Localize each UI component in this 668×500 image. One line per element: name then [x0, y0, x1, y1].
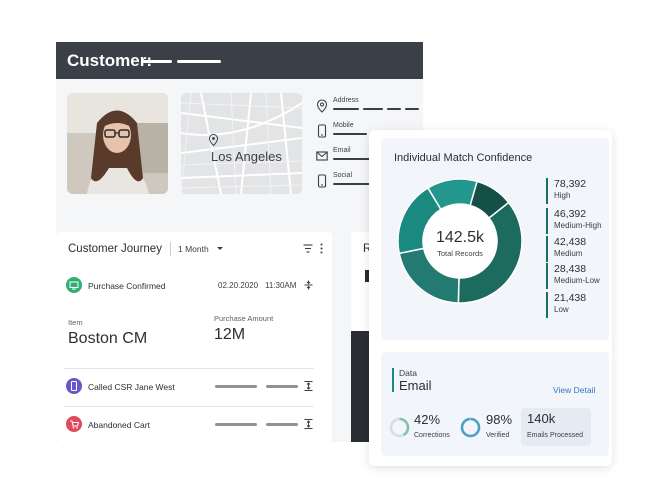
emails-processed-value: 140k: [527, 411, 556, 426]
redacted-value: [215, 385, 257, 388]
verified-value: 98%: [486, 412, 513, 427]
expand-icon[interactable]: [304, 381, 313, 391]
legend-label: Medium-Low: [554, 276, 600, 285]
collapse-icon[interactable]: [304, 280, 313, 290]
filter-icon[interactable]: [303, 244, 313, 253]
redacted-value: [333, 183, 373, 185]
redacted-value: [266, 385, 298, 388]
legend-item-medium: 42,438 Medium: [546, 236, 608, 262]
legend-value: 21,438: [554, 292, 587, 304]
more-vertical-icon[interactable]: [320, 243, 323, 254]
location-pin-icon: [316, 99, 328, 113]
map-location-label: Los Angeles: [211, 149, 282, 164]
location-map[interactable]: Los Angeles: [181, 93, 302, 194]
ring-progress: [460, 417, 481, 438]
redacted-value: [333, 108, 359, 110]
match-confidence-card: Individual Match Confidence 142.5k Total…: [369, 130, 612, 466]
redacted-value: [387, 108, 401, 110]
corrections-value: 42%: [414, 412, 441, 427]
event-date: 02.20.2020: [218, 281, 259, 290]
expand-icon[interactable]: [304, 419, 313, 429]
item-value: Boston CM: [68, 330, 148, 347]
purchase-amount-label: Purchase Amount: [214, 314, 274, 323]
panel-title: Individual Match Confidence: [394, 152, 533, 164]
event-time: 11:30AM: [265, 281, 297, 290]
event-label[interactable]: Abandoned Cart: [88, 420, 150, 430]
legend-item-high: 78,392 High: [546, 178, 608, 204]
redacted-value: [333, 133, 367, 135]
individual-match-confidence-panel: Individual Match Confidence 142.5k Total…: [381, 138, 609, 340]
monitor-icon: [69, 281, 79, 290]
legend-label: Medium-High: [554, 221, 602, 230]
event-label[interactable]: Purchase Confirmed: [88, 281, 165, 291]
legend-item-medium-low: 28,438 Medium-Low: [546, 263, 608, 289]
legend-label: High: [554, 191, 571, 200]
item-label: Item: [68, 318, 83, 327]
cart-event-icon: [66, 416, 82, 432]
accent-bar: [392, 368, 394, 392]
customer-title: Customer:: [67, 51, 153, 70]
corrections-progress-ring: [389, 417, 410, 438]
cart-icon: [70, 420, 80, 429]
redacted-name-part: [177, 60, 221, 63]
view-detail-link[interactable]: View Detail: [553, 385, 595, 395]
mobile-phone-icon: [317, 174, 327, 188]
redacted-value: [215, 423, 257, 426]
total-records-value: 142.5k: [436, 229, 485, 246]
divider: [170, 242, 171, 256]
emails-processed-box: 140k Emails Processed: [521, 408, 591, 446]
mobile-phone-icon: [317, 124, 327, 138]
address-field: Address: [314, 97, 419, 121]
data-email-panel: Data Email View Detail 42% Corrections 9…: [381, 352, 609, 456]
divider: [64, 368, 314, 369]
legend-label: Low: [554, 305, 569, 314]
call-event-icon: [66, 378, 82, 394]
match-confidence-donut-chart: 142.5k Total Records: [397, 178, 523, 304]
mobile-phone-icon: [71, 381, 77, 391]
legend-label: Medium: [554, 249, 583, 258]
period-dropdown[interactable]: 1 Month: [178, 244, 209, 254]
chevron-down-icon[interactable]: [217, 247, 223, 250]
customer-journey-panel: Customer Journey 1 Month Purchase Confir…: [56, 232, 332, 442]
event-label[interactable]: Called CSR Jane West: [88, 382, 175, 392]
purchase-event-icon: [66, 277, 82, 293]
verified-label: Verified: [486, 432, 510, 439]
data-label: Data: [399, 368, 417, 378]
emails-processed-label: Emails Processed: [527, 432, 584, 439]
purchase-amount-value: 12M: [214, 326, 246, 343]
verified-progress-ring: [460, 417, 481, 438]
legend-item-low: 21,438 Low: [546, 292, 608, 318]
email-envelope-icon: [316, 151, 328, 161]
email-label: Email: [333, 147, 351, 154]
legend-value: 42,438: [554, 236, 587, 248]
legend-value: 78,392: [554, 178, 587, 190]
redacted-value: [405, 108, 419, 110]
customer-photo: [67, 93, 168, 194]
total-records-label: Total Records: [437, 249, 483, 258]
legend-item-medium-high: 46,392 Medium-High: [546, 208, 608, 234]
customer-photo-illustration: [67, 93, 168, 194]
map-pin-icon: [209, 134, 218, 146]
legend-value: 46,392: [554, 208, 587, 220]
corrections-label: Corrections: [414, 432, 450, 439]
customer-card: Customer: Los Angeles Address Mobile Ema…: [56, 42, 423, 442]
redacted-value: [266, 423, 298, 426]
address-label: Address: [333, 97, 359, 104]
customer-header: Customer:: [56, 42, 423, 79]
social-label: Social: [333, 172, 353, 179]
legend-value: 28,438: [554, 263, 587, 275]
data-title: Email: [399, 378, 432, 393]
map-streets-graphic: [181, 93, 302, 194]
mobile-label: Mobile: [333, 122, 354, 129]
divider: [64, 406, 314, 407]
redacted-value: [363, 108, 383, 110]
redacted-name-part: [142, 60, 172, 63]
journey-title: Customer Journey: [68, 243, 162, 255]
